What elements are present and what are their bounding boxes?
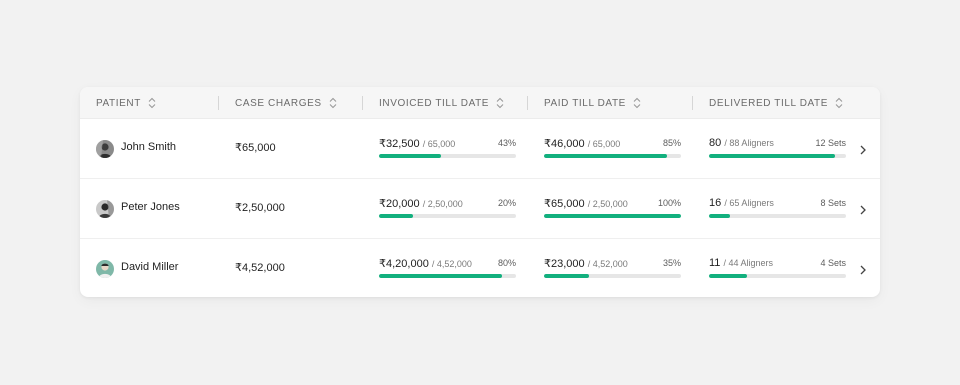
avatar	[96, 140, 114, 158]
column-divider	[362, 96, 363, 110]
progress-track	[379, 154, 516, 158]
invoiced-total: / 4,52,000	[431, 259, 472, 269]
delivered-count: 80	[709, 137, 722, 149]
progress-fill	[379, 214, 414, 218]
progress-fill	[544, 154, 668, 158]
paid-percent: 100%	[657, 198, 681, 208]
invoiced-percent: 80%	[497, 258, 516, 268]
patient-name[interactable]: David Miller	[121, 261, 178, 273]
paid-progress: ₹23,000 / 4,52,000 35%	[544, 257, 681, 283]
paid-amount: ₹46,000	[544, 138, 585, 150]
avatar	[96, 260, 114, 278]
table-row[interactable]: David Miller ₹4,52,000 ₹4,20,000 / 4,52,…	[80, 239, 880, 297]
progress-fill	[544, 274, 590, 278]
invoiced-progress: ₹32,500 / 65,000 43%	[379, 137, 516, 163]
delivered-progress: 80 / 88 Aligners 12 Sets	[709, 137, 846, 163]
progress-fill	[709, 274, 748, 278]
sort-icon[interactable]	[329, 96, 337, 110]
progress-track	[379, 214, 516, 218]
table-header: PATIENT CASE CHARGES INVOICED TILL DATE …	[80, 87, 880, 119]
avatar	[96, 200, 114, 218]
case-charges: ₹4,52,000	[235, 262, 285, 274]
invoiced-percent: 20%	[497, 198, 516, 208]
progress-fill	[379, 154, 441, 158]
column-header-patient[interactable]: PATIENT	[96, 87, 156, 119]
progress-track	[544, 214, 681, 218]
paid-amount: ₹23,000	[544, 258, 585, 270]
delivered-total: / 88 Aligners	[724, 138, 774, 148]
paid-percent: 85%	[662, 138, 681, 148]
table-row[interactable]: Peter Jones ₹2,50,000 ₹20,000 / 2,50,000…	[80, 179, 880, 239]
paid-progress: ₹65,000 / 2,50,000 100%	[544, 197, 681, 223]
sort-icon[interactable]	[496, 96, 504, 110]
patients-table: PATIENT CASE CHARGES INVOICED TILL DATE …	[80, 87, 880, 297]
delivered-sets: 12 Sets	[815, 138, 846, 148]
patient-name[interactable]: Peter Jones	[121, 201, 180, 213]
column-header-case-charges[interactable]: CASE CHARGES	[235, 87, 337, 119]
invoiced-percent: 43%	[497, 138, 516, 148]
paid-percent: 35%	[662, 258, 681, 268]
invoiced-total: / 65,000	[422, 139, 456, 149]
paid-total: / 2,50,000	[587, 199, 628, 209]
delivered-total: / 65 Aligners	[724, 198, 774, 208]
paid-amount: ₹65,000	[544, 198, 585, 210]
progress-fill	[379, 274, 503, 278]
progress-track	[709, 154, 846, 158]
paid-total: / 65,000	[587, 139, 621, 149]
delivered-total: / 44 Aligners	[723, 258, 774, 268]
invoiced-progress: ₹20,000 / 2,50,000 20%	[379, 197, 516, 223]
delivered-sets: 4 Sets	[820, 258, 846, 268]
sort-icon[interactable]	[835, 96, 843, 110]
column-divider	[527, 96, 528, 110]
progress-track	[379, 274, 516, 278]
column-header-delivered[interactable]: DELIVERED TILL DATE	[709, 87, 843, 119]
progress-fill	[709, 154, 836, 158]
invoiced-total: / 2,50,000	[422, 199, 463, 209]
progress-track	[544, 274, 681, 278]
sort-icon[interactable]	[148, 96, 156, 110]
invoiced-amount: ₹4,20,000	[379, 258, 429, 270]
chevron-right-icon[interactable]	[858, 203, 868, 215]
column-header-invoiced[interactable]: INVOICED TILL DATE	[379, 87, 504, 119]
invoiced-amount: ₹32,500	[379, 138, 420, 150]
delivered-count: 11	[709, 257, 721, 269]
table-row[interactable]: John Smith ₹65,000 ₹32,500 / 65,000 43% ₹…	[80, 119, 880, 179]
paid-total: / 4,52,000	[587, 259, 628, 269]
case-charges: ₹65,000	[235, 142, 276, 154]
progress-fill	[544, 214, 681, 218]
patient-name[interactable]: John Smith	[121, 141, 176, 153]
delivered-progress: 11 / 44 Aligners 4 Sets	[709, 257, 846, 283]
paid-progress: ₹46,000 / 65,000 85%	[544, 137, 681, 163]
progress-track	[544, 154, 681, 158]
column-header-paid[interactable]: PAID TILL DATE	[544, 87, 641, 119]
column-divider	[218, 96, 219, 110]
column-divider	[692, 96, 693, 110]
chevron-right-icon[interactable]	[858, 143, 868, 155]
delivered-count: 16	[709, 197, 722, 209]
delivered-progress: 16 / 65 Aligners 8 Sets	[709, 197, 846, 223]
delivered-sets: 8 Sets	[820, 198, 846, 208]
invoiced-amount: ₹20,000	[379, 198, 420, 210]
progress-fill	[709, 214, 730, 218]
chevron-right-icon[interactable]	[858, 263, 868, 275]
progress-track	[709, 274, 846, 278]
sort-icon[interactable]	[633, 96, 641, 110]
progress-track	[709, 214, 846, 218]
case-charges: ₹2,50,000	[235, 202, 285, 214]
invoiced-progress: ₹4,20,000 / 4,52,000 80%	[379, 257, 516, 283]
